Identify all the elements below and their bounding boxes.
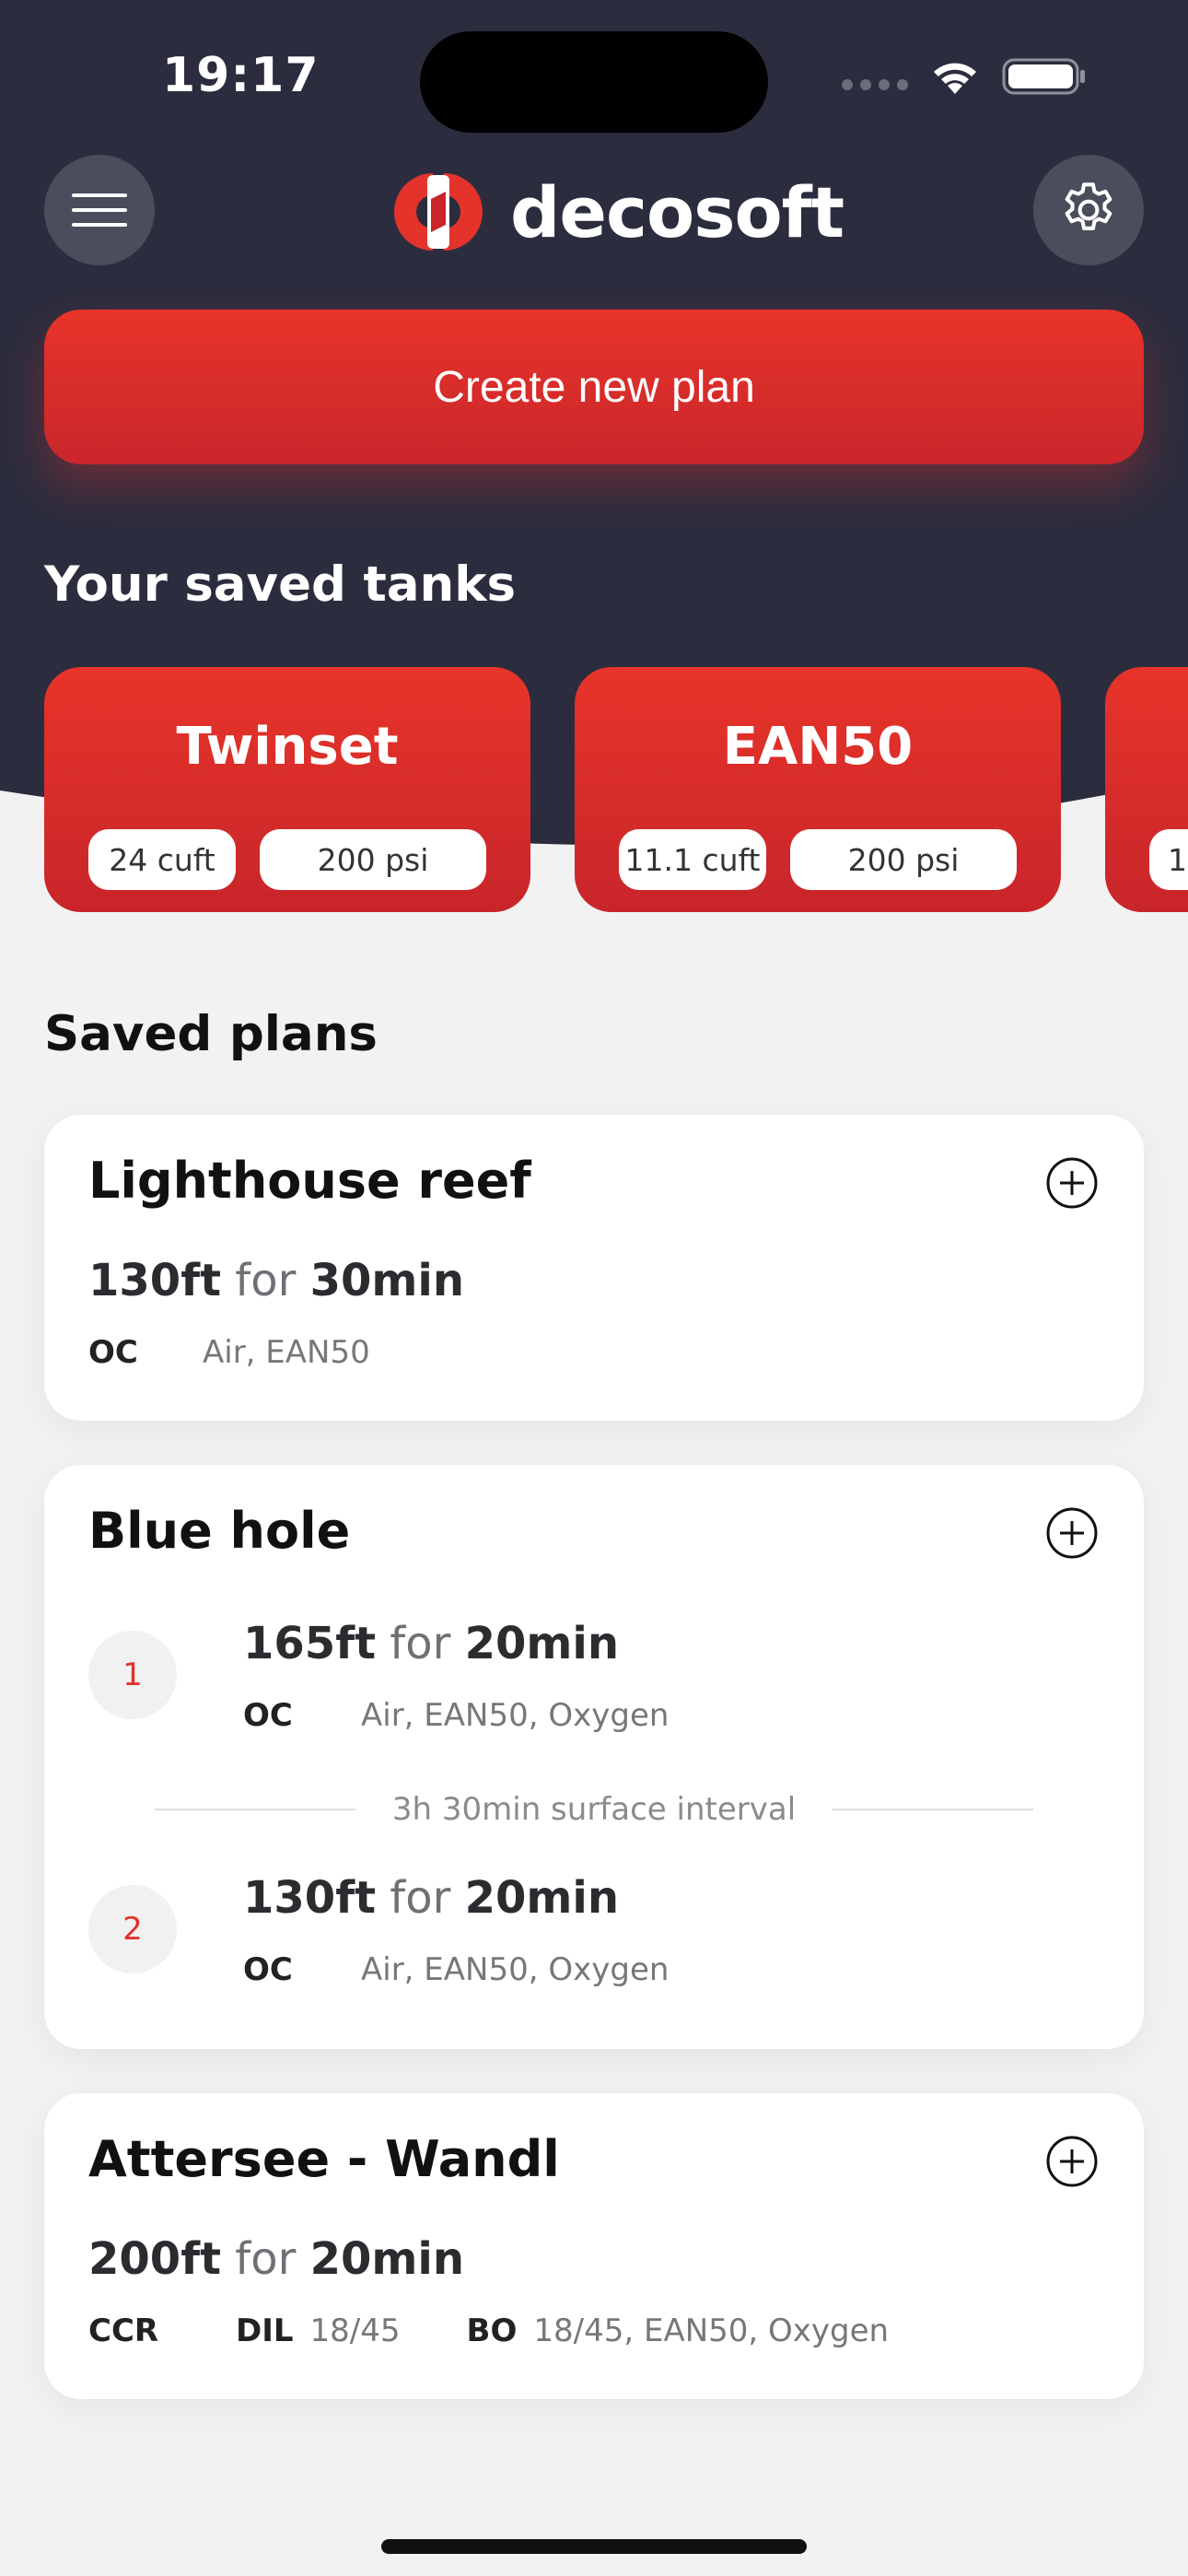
dive-gases: Air, EAN50 xyxy=(203,1334,370,1371)
tank-pressure-badge: 200 psi xyxy=(260,829,486,890)
gear-icon xyxy=(1065,182,1112,230)
dive-meta: OC Air, EAN50 xyxy=(88,1334,370,1371)
diluent-label: DIL xyxy=(236,2313,294,2349)
bailout-label: BO xyxy=(466,2313,518,2349)
status-time: 19:17 xyxy=(162,48,320,103)
plan-title: Attersee - Wandl xyxy=(88,2130,560,2188)
dive-summary: 200ft for 20min xyxy=(88,2233,464,2285)
dive-summary: 130ft for 30min xyxy=(88,1255,464,1306)
plan-title: Lighthouse reef xyxy=(88,1152,531,1210)
dive-for-label: for xyxy=(235,1255,297,1306)
divider-line xyxy=(155,1809,355,1810)
dive-time: 30min xyxy=(309,1255,464,1306)
dive-time: 20min xyxy=(464,1872,619,1924)
dive-mode: OC xyxy=(88,1334,138,1371)
tank-name: EAN50 xyxy=(722,717,914,777)
tank-pressure-badge: 200 psi xyxy=(790,829,1017,890)
plus-circle-icon[interactable] xyxy=(1044,1505,1100,1561)
plan-card-blue-hole[interactable]: Blue hole 1 165ft for 20min OC Air, EAN50… xyxy=(44,1465,1144,2049)
dive-number-badge: 1 xyxy=(88,1631,177,1719)
dive-gases: Air, EAN50, Oxygen xyxy=(361,1951,670,1988)
plan-card-attersee-wandl[interactable]: Attersee - Wandl 200ft for 20min CCR DIL 1… xyxy=(44,2093,1144,2399)
diluent-gas: 18/45 xyxy=(309,2313,401,2349)
dive-time: 20min xyxy=(309,2233,464,2285)
divider-line xyxy=(833,1809,1034,1810)
plus-circle-icon[interactable] xyxy=(1044,1155,1100,1211)
dive-summary: 165ft for 20min xyxy=(243,1618,619,1669)
dive-mode: OC xyxy=(243,1697,293,1734)
bailout-gases: 18/45, EAN50, Oxygen xyxy=(533,2313,890,2349)
menu-button[interactable] xyxy=(44,155,155,265)
dive-depth: 130ft xyxy=(243,1872,377,1924)
dive-mode: CCR xyxy=(88,2313,159,2349)
saved-tanks-heading: Your saved tanks xyxy=(44,556,517,613)
tank-name: Twinset xyxy=(176,717,399,777)
dynamic-island xyxy=(420,31,768,133)
surface-interval-label: 3h 30min surface interval xyxy=(391,1791,797,1828)
tank-volume-badge: 11.1 cuft xyxy=(619,829,766,890)
tank-card[interactable]: EAN50 11.1 cuft 200 psi xyxy=(575,667,1061,912)
dive-depth: 165ft xyxy=(243,1618,377,1669)
battery-icon xyxy=(1002,58,1085,95)
dive-for-label: for xyxy=(390,1872,451,1924)
dive-gases: Air, EAN50, Oxygen xyxy=(361,1697,670,1734)
settings-button[interactable] xyxy=(1033,155,1144,265)
surface-interval-divider: 3h 30min surface interval xyxy=(155,1789,1034,1830)
signal-icon xyxy=(842,79,908,90)
tank-volume-badge: 24 cuft xyxy=(88,829,236,890)
brand-logo: decosoft xyxy=(394,168,844,256)
plan-card-lighthouse-reef[interactable]: Lighthouse reef 130ft for 30min OC Air, E… xyxy=(44,1115,1144,1421)
tank-card-partial[interactable]: 11 xyxy=(1105,667,1188,912)
dive-depth: 130ft xyxy=(88,1255,222,1306)
status-icons xyxy=(842,57,1087,96)
create-new-plan-button[interactable]: Create new plan xyxy=(44,310,1144,464)
hamburger-icon xyxy=(72,193,127,227)
dive-for-label: for xyxy=(235,2233,297,2285)
dive-meta: OC Air, EAN50, Oxygen xyxy=(243,1697,669,1734)
plus-circle-icon[interactable] xyxy=(1044,2134,1100,2189)
dive-for-label: for xyxy=(390,1618,451,1669)
wifi-icon xyxy=(934,63,976,94)
dive-depth: 200ft xyxy=(88,2233,222,2285)
brand-name: decosoft xyxy=(510,170,844,253)
dive-summary: 130ft for 20min xyxy=(243,1872,619,1924)
plan-title: Blue hole xyxy=(88,1502,351,1560)
tank-card[interactable]: Twinset 24 cuft 200 psi xyxy=(44,667,530,912)
dive-mode: OC xyxy=(243,1951,293,1988)
decosoft-logo-icon xyxy=(394,173,483,251)
tank-volume-badge: 11 xyxy=(1149,829,1188,890)
home-indicator[interactable] xyxy=(381,2539,807,2554)
dive-number-badge: 2 xyxy=(88,1885,177,1973)
saved-plans-heading: Saved plans xyxy=(44,1006,378,1062)
dive-meta: OC Air, EAN50, Oxygen xyxy=(243,1951,669,1988)
dive-meta: CCR DIL 18/45 BO 18/45, EAN50, Oxygen xyxy=(88,2313,889,2349)
dive-time: 20min xyxy=(464,1618,619,1669)
